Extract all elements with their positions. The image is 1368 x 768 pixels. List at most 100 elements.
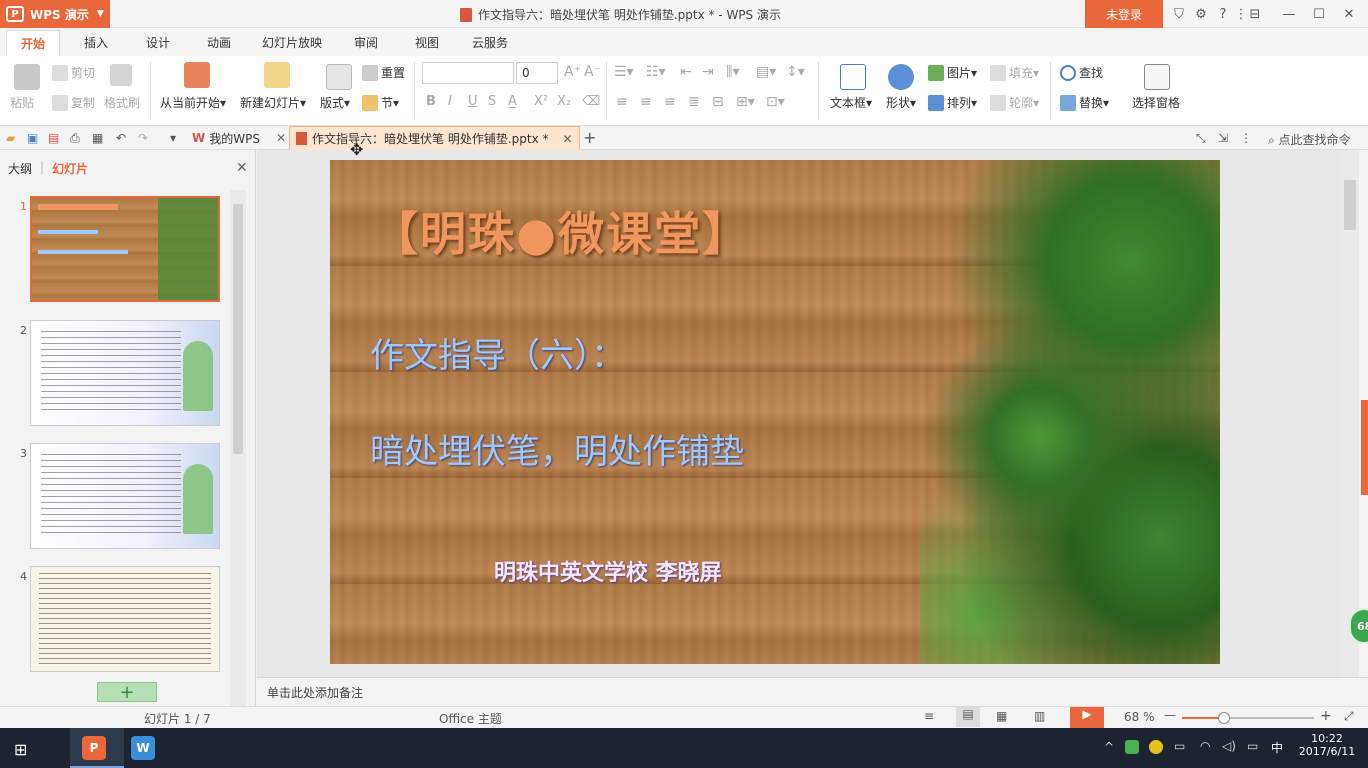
cut-button[interactable]: 剪切 (52, 64, 95, 81)
wps-writer-taskbar-icon[interactable]: W (131, 736, 155, 760)
justify-icon[interactable]: ≣ (688, 94, 700, 110)
line-spacing-icon[interactable]: ↕▾ (786, 64, 805, 80)
smart-art-icon[interactable]: ⊡▾ (766, 94, 785, 110)
tab-review[interactable]: 审阅 (354, 34, 378, 51)
paste-button[interactable]: 粘贴 (10, 94, 34, 111)
tray-security-icon[interactable] (1149, 740, 1163, 754)
close-button[interactable]: ✕ (1338, 4, 1360, 24)
slide-subtitle-2[interactable]: 暗处埋伏笔，明处作铺垫 (370, 424, 744, 473)
side-tool-handle[interactable] (1361, 400, 1368, 495)
font-name-combo[interactable] (422, 62, 514, 84)
tab-home[interactable]: 开始 (6, 30, 61, 56)
windows-start-icon[interactable]: ⊞ (14, 740, 27, 759)
slide-subtitle-1[interactable]: 作文指导（六）： (370, 328, 625, 377)
slide-sorter-icon[interactable]: ▦ (996, 709, 1007, 723)
share-icon[interactable]: ⇲ (1218, 131, 1228, 145)
slide-thumbnail-1[interactable]: 1 (0, 196, 232, 306)
slide-thumbnail-4[interactable]: 4 (0, 566, 232, 676)
picture-button[interactable]: 图片 ▾ (928, 64, 977, 81)
zoom-slider[interactable] (1182, 712, 1314, 724)
font-color-button[interactable]: A̲ (508, 94, 517, 109)
export-pdf-icon[interactable]: ▤ (48, 131, 59, 145)
reset-button[interactable]: 重置 (362, 64, 405, 81)
from-current-button[interactable]: 从当前开始 ▾ (160, 94, 226, 111)
tab-cloud[interactable]: 云服务 (472, 34, 508, 51)
zoom-out-icon[interactable]: — (1164, 708, 1176, 722)
align-right-icon[interactable]: ≡ (664, 94, 676, 110)
slide-title[interactable]: 【明珠●微课堂】 (372, 198, 750, 264)
open-icon[interactable]: ▰ (6, 131, 15, 145)
scroll-thumb[interactable] (233, 204, 243, 454)
tab-my-wps[interactable]: W 我的WPS ✕ (186, 126, 292, 150)
indent-icon[interactable]: ⇥ (702, 64, 714, 80)
tab-design[interactable]: 设计 (146, 34, 170, 51)
undo-icon[interactable]: ↶ (116, 131, 126, 145)
text-direction-icon[interactable]: ⫼▾ (726, 64, 739, 80)
clock[interactable]: 10:22 2017/6/11 (1296, 732, 1358, 758)
find-button[interactable]: 查找 (1060, 64, 1103, 81)
outline-button[interactable]: 轮廓 ▾ (990, 94, 1039, 111)
tab-slides[interactable]: 幻灯片 (52, 160, 88, 177)
replace-button[interactable]: 替换 ▾ (1060, 94, 1109, 111)
tray-expand-icon[interactable]: ^ (1104, 740, 1114, 754)
volume-icon[interactable]: ◁) (1222, 739, 1236, 753)
layout-button[interactable]: 版式 ▾ (320, 94, 350, 111)
settings-icon[interactable]: ⚙ (1190, 4, 1212, 24)
fit-window-icon[interactable]: ⤢ (1344, 709, 1354, 724)
minimize-button[interactable]: — (1278, 4, 1300, 24)
float-widget-badge[interactable]: 68 (1349, 608, 1368, 644)
shape-button[interactable]: 形状 ▾ (886, 94, 916, 111)
new-tab-icon[interactable]: + (583, 128, 596, 147)
login-button[interactable]: 未登录 (1085, 0, 1163, 28)
command-search[interactable]: ⌕ 点此查找命令 (1268, 131, 1351, 148)
notes-pane[interactable]: 单击此处添加备注 (257, 677, 1368, 706)
ime-indicator[interactable]: 中 (1271, 739, 1283, 756)
current-slide[interactable]: 【明珠●微课堂】 作文指导（六）： 暗处埋伏笔，明处作铺垫 明珠中英文学校 李晓… (330, 160, 1220, 664)
close-panel-icon[interactable]: ✕ (236, 160, 248, 176)
save-icon[interactable]: ▣ (27, 131, 38, 145)
shrink-font-button[interactable]: A⁻ (584, 64, 601, 80)
fill-button[interactable]: 填充 ▾ (990, 64, 1039, 81)
align-text-icon[interactable]: ⊞▾ (736, 94, 755, 110)
customize-icon[interactable]: ▾ (170, 131, 176, 145)
slide-thumbnail-2[interactable]: 2 (0, 320, 232, 430)
canvas-scrollbar[interactable] (1341, 150, 1359, 677)
app-menu-button[interactable]: P WPS 演示 ▼ (0, 0, 110, 28)
wps-presentation-taskbar-icon[interactable]: P (82, 736, 106, 760)
tray-app-icon[interactable] (1125, 740, 1139, 754)
tab-insert[interactable]: 插入 (84, 34, 108, 51)
shadow-button[interactable]: S (488, 94, 496, 109)
clear-format-icon[interactable]: ⌫ (582, 94, 600, 109)
bold-button[interactable]: B (426, 94, 436, 109)
align-center-icon[interactable]: ≡ (640, 94, 652, 110)
bullet-list-icon[interactable]: ☰▾ (614, 64, 634, 80)
numbered-list-icon[interactable]: ☷▾ (646, 64, 666, 80)
restore-layout-icon[interactable]: ⊟ (1244, 4, 1266, 24)
grow-font-button[interactable]: A⁺ (564, 64, 581, 80)
align-left-icon[interactable]: ≡ (616, 94, 628, 110)
zoom-slider-handle[interactable] (1218, 712, 1230, 724)
distribute-icon[interactable]: ⊟ (712, 94, 724, 110)
print-preview-icon[interactable]: ▦ (92, 131, 103, 145)
close-tab-icon[interactable]: ✕ (563, 132, 573, 146)
tab-slideshow[interactable]: 幻灯片放映 (262, 34, 322, 51)
normal-view-icon[interactable]: ▤ (956, 707, 980, 727)
battery-icon[interactable]: ▭ (1174, 739, 1185, 753)
arrange-button[interactable]: 排列 ▾ (928, 94, 977, 111)
zoom-in-icon[interactable]: + (1320, 708, 1332, 724)
tab-animation[interactable]: 动画 (207, 34, 231, 51)
print-icon[interactable]: ⎙ (70, 131, 80, 146)
reading-view-icon[interactable]: ▥ (1034, 709, 1045, 723)
zoom-level[interactable]: 68 % (1124, 710, 1155, 724)
message-icon[interactable]: ▭ (1247, 739, 1258, 753)
slide-author[interactable]: 明珠中英文学校 李晓屏 (494, 555, 722, 587)
outdent-icon[interactable]: ⇤ (680, 64, 692, 80)
slide-thumbnail-3[interactable]: 3 (0, 443, 232, 553)
thumbnail-scrollbar[interactable] (230, 190, 246, 715)
add-slide-button[interactable]: + (97, 682, 157, 703)
copy-button[interactable]: 复制 (52, 94, 95, 111)
tab-document[interactable]: 作文指导六：暗处埋伏笔 明处作铺垫.pptx * ✕ (289, 126, 580, 150)
superscript-button[interactable]: X² (534, 94, 548, 109)
close-tab-icon[interactable]: ✕ (276, 131, 286, 145)
underline-button[interactable]: U (468, 94, 478, 109)
